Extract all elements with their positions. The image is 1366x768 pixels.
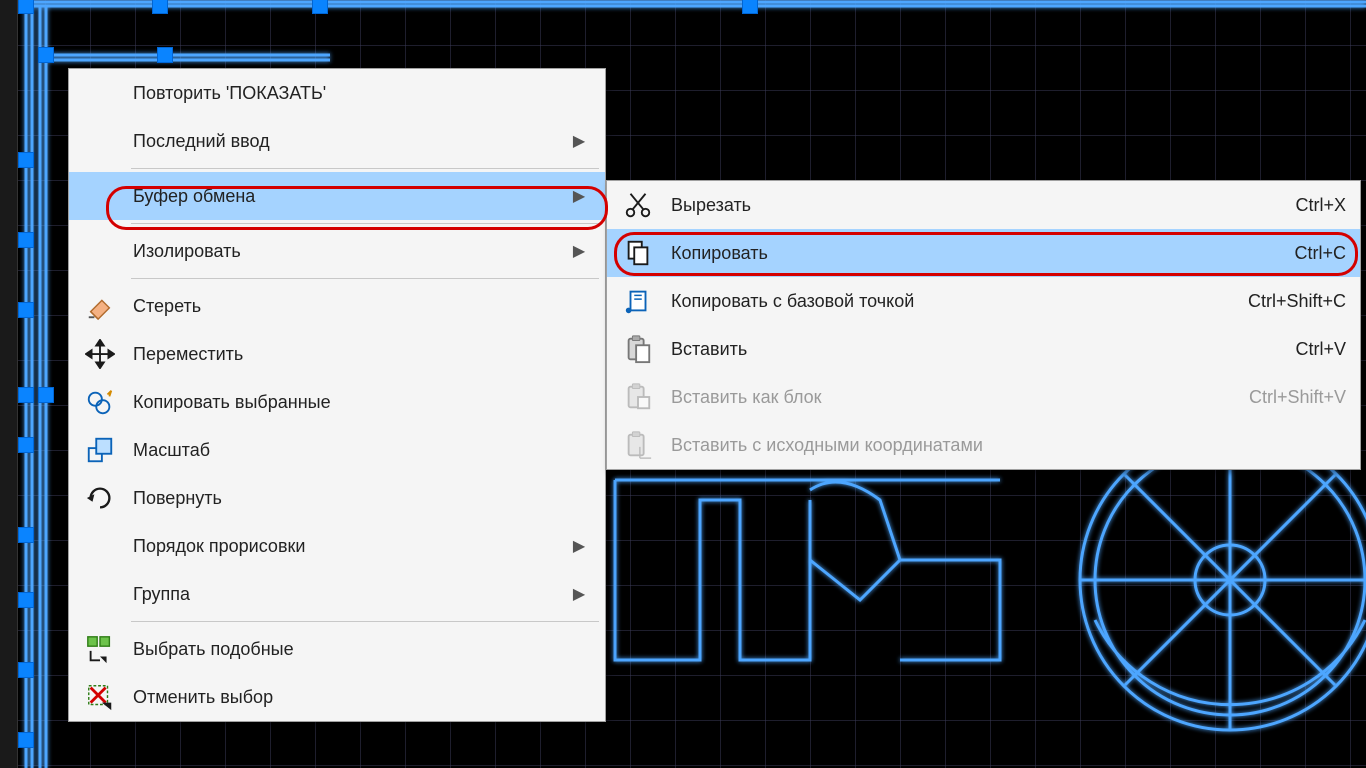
copy-selected-icon	[69, 387, 131, 417]
menu-label: Переместить	[131, 344, 591, 365]
submenu-item-paste-block: Вставить как блок Ctrl+Shift+V	[607, 373, 1360, 421]
menu-label: Масштаб	[131, 440, 591, 461]
menu-item-rotate[interactable]: Повернуть	[69, 474, 605, 522]
menu-label: Стереть	[131, 296, 591, 317]
submenu-item-copy-base[interactable]: Копировать с базовой точкой Ctrl+Shift+C	[607, 277, 1360, 325]
menu-item-scale[interactable]: Масштаб	[69, 426, 605, 474]
submenu-arrow-icon: ▶	[567, 536, 591, 556]
menu-separator	[131, 278, 599, 279]
submenu-arrow-icon: ▶	[567, 131, 591, 151]
context-menu[interactable]: Повторить 'ПОКАЗАТЬ' Последний ввод ▶ Бу…	[68, 68, 606, 722]
grip[interactable]	[18, 302, 34, 318]
menu-label: Выбрать подобные	[131, 639, 591, 660]
cancel-selection-icon	[69, 682, 131, 712]
copy-icon	[607, 238, 669, 268]
shortcut-label: Ctrl+X	[1265, 195, 1346, 216]
menu-separator	[131, 223, 599, 224]
menu-label: Вставить с исходными координатами	[669, 435, 1316, 456]
shortcut-label: Ctrl+V	[1265, 339, 1346, 360]
menu-label: Группа	[131, 584, 567, 605]
menu-label: Последний ввод	[131, 131, 567, 152]
select-similar-icon	[69, 634, 131, 664]
grip[interactable]	[157, 47, 173, 63]
grip[interactable]	[742, 0, 758, 14]
eraser-icon	[69, 291, 131, 321]
submenu-arrow-icon: ▶	[567, 186, 591, 206]
menu-label: Копировать выбранные	[131, 392, 591, 413]
grip[interactable]	[18, 0, 34, 14]
grip[interactable]	[18, 437, 34, 453]
menu-item-cancel-selection[interactable]: Отменить выбор	[69, 673, 605, 721]
rotate-icon	[69, 483, 131, 513]
paste-block-icon	[607, 382, 669, 412]
menu-item-copy-selected[interactable]: Копировать выбранные	[69, 378, 605, 426]
submenu-item-paste-orig: Вставить с исходными координатами	[607, 421, 1360, 469]
grip[interactable]	[312, 0, 328, 14]
menu-label: Вставить	[669, 339, 1265, 360]
menu-item-move[interactable]: Переместить	[69, 330, 605, 378]
scale-icon	[69, 435, 131, 465]
grip[interactable]	[18, 527, 34, 543]
menu-item-group[interactable]: Группа ▶	[69, 570, 605, 618]
menu-label: Вырезать	[669, 195, 1265, 216]
shortcut-label: Ctrl+C	[1264, 243, 1346, 264]
menu-separator	[131, 621, 599, 622]
menu-item-isolate[interactable]: Изолировать ▶	[69, 227, 605, 275]
menu-item-draw-order[interactable]: Порядок прорисовки ▶	[69, 522, 605, 570]
submenu-item-copy[interactable]: Копировать Ctrl+C	[607, 229, 1360, 277]
grip[interactable]	[18, 732, 34, 748]
menu-separator	[131, 168, 599, 169]
menu-label: Отменить выбор	[131, 687, 591, 708]
shortcut-label: Ctrl+Shift+C	[1218, 291, 1346, 312]
menu-label: Повторить 'ПОКАЗАТЬ'	[131, 83, 591, 104]
grip[interactable]	[38, 47, 54, 63]
menu-item-select-similar[interactable]: Выбрать подобные	[69, 625, 605, 673]
menu-item-repeat[interactable]: Повторить 'ПОКАЗАТЬ'	[69, 69, 605, 117]
grip[interactable]	[18, 592, 34, 608]
move-icon	[69, 339, 131, 369]
grip[interactable]	[18, 232, 34, 248]
copy-basepoint-icon	[607, 286, 669, 316]
menu-label: Повернуть	[131, 488, 591, 509]
menu-label: Вставить как блок	[669, 387, 1219, 408]
submenu-arrow-icon: ▶	[567, 241, 591, 261]
menu-item-last-input[interactable]: Последний ввод ▶	[69, 117, 605, 165]
grip[interactable]	[18, 387, 34, 403]
paste-origcoord-icon	[607, 430, 669, 460]
menu-label: Копировать с базовой точкой	[669, 291, 1218, 312]
clipboard-submenu[interactable]: Вырезать Ctrl+X Копировать Ctrl+C Копиро…	[606, 180, 1361, 470]
submenu-item-paste[interactable]: Вставить Ctrl+V	[607, 325, 1360, 373]
shortcut-label: Ctrl+Shift+V	[1219, 387, 1346, 408]
paste-icon	[607, 334, 669, 364]
menu-label: Порядок прорисовки	[131, 536, 567, 557]
grip[interactable]	[38, 387, 54, 403]
grip[interactable]	[18, 662, 34, 678]
submenu-item-cut[interactable]: Вырезать Ctrl+X	[607, 181, 1360, 229]
menu-item-clipboard[interactable]: Буфер обмена ▶	[69, 172, 605, 220]
menu-label: Буфер обмена	[131, 186, 567, 207]
grip[interactable]	[18, 152, 34, 168]
menu-label: Изолировать	[131, 241, 567, 262]
cut-icon	[607, 190, 669, 220]
grip[interactable]	[152, 0, 168, 14]
submenu-arrow-icon: ▶	[567, 584, 591, 604]
menu-item-erase[interactable]: Стереть	[69, 282, 605, 330]
menu-label: Копировать	[669, 243, 1264, 264]
